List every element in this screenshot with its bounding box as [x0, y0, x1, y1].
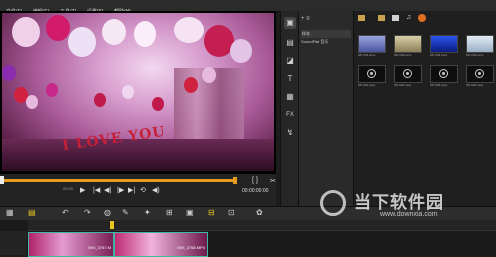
balloon — [202, 67, 216, 83]
library-tree: + ≡ 样本 SoundFlat 音乐 — [298, 11, 353, 206]
library-item-label: SP-S04.mpa — [466, 83, 484, 87]
scrub-start-handle[interactable] — [0, 176, 4, 184]
library-item-video[interactable] — [466, 35, 494, 53]
balloon — [230, 39, 252, 63]
library-item-label: SP-S01.mpa — [358, 83, 376, 87]
loop-icon[interactable]: ⟲ — [140, 186, 146, 194]
motion-icon[interactable]: ▣ — [186, 208, 194, 217]
watermark: 当下软件园 www.downxia.com — [310, 184, 490, 224]
scrub-progress — [0, 179, 236, 182]
speed-icon[interactable]: ⊞ — [166, 208, 173, 217]
library-item-label: SP-V03.mp4 — [430, 53, 448, 57]
library-item-audio[interactable] — [394, 65, 422, 83]
audio-disc-icon — [403, 69, 412, 78]
prev-frame-icon[interactable]: ◀| — [104, 186, 111, 194]
color-icon[interactable]: ✎ — [122, 208, 129, 217]
preview-video-frame: I LOVE YOU — [2, 13, 274, 171]
audio-disc-icon — [367, 69, 376, 78]
balloon — [122, 85, 134, 99]
balloon — [26, 95, 38, 109]
tool-column: ▣ ▤ ◪ T ▦ FX ↯ — [280, 11, 299, 206]
library-item-audio[interactable] — [466, 65, 494, 83]
track-header — [0, 231, 27, 255]
scrub-end-handle[interactable] — [233, 177, 237, 184]
next-frame-icon[interactable]: |▶ — [117, 186, 124, 194]
floor — [2, 139, 274, 171]
watermark-title: 当下软件园 — [354, 193, 444, 213]
small-time: 00:00 — [63, 186, 74, 191]
timeline-clip[interactable]: MVI_3767.M — [28, 232, 114, 257]
library-item-label: SP-V01.wmv — [358, 53, 376, 57]
clip-label: MVI_3767.M — [88, 245, 111, 250]
audio-disc-icon — [475, 69, 484, 78]
instant-project-icon[interactable]: ▤ — [284, 37, 296, 49]
library-item-audio[interactable] — [358, 65, 386, 83]
library-item-label: SP-S02.mpa — [394, 83, 412, 87]
transition-icon[interactable]: ◪ — [284, 55, 296, 67]
balloon — [12, 17, 40, 47]
filter-icon[interactable]: FX — [284, 109, 296, 121]
end-icon[interactable]: ▶| — [128, 186, 135, 194]
watermark-url: www.downxia.com — [380, 211, 438, 218]
mask-icon[interactable]: ✦ — [144, 208, 151, 217]
audio-filter-icon[interactable]: ♫ — [406, 14, 411, 21]
timeline-clip[interactable]: MVI_3768.MP4 — [114, 232, 208, 257]
add-folder-icon[interactable]: + ≡ — [301, 16, 310, 22]
undo-icon[interactable]: ↶ — [62, 208, 69, 217]
recycle-icon[interactable] — [418, 14, 426, 22]
library-item-video[interactable] — [430, 35, 458, 53]
balloon — [134, 21, 156, 47]
balloon — [94, 93, 106, 107]
cut-icon[interactable]: ✂ — [270, 177, 276, 185]
photo-filter-icon[interactable] — [392, 15, 399, 21]
title-icon[interactable]: T — [284, 73, 296, 85]
balloon — [152, 97, 164, 111]
home-icon[interactable]: |◀ — [93, 186, 100, 194]
balloon — [2, 65, 16, 81]
library-item-label: SP-V02.wmv — [394, 53, 412, 57]
mark-in-icon[interactable]: [ ] — [252, 177, 258, 184]
watermark-logo — [320, 190, 346, 216]
path-icon[interactable]: ↯ — [284, 127, 296, 139]
library-folder-soundflat[interactable]: SoundFlat 音乐 — [301, 39, 328, 45]
balloon — [174, 17, 204, 43]
audio-disc-icon — [439, 69, 448, 78]
storyboard-view-icon[interactable]: ▦ — [6, 208, 14, 217]
media-icon[interactable]: ▣ — [284, 17, 296, 29]
balloon — [46, 15, 70, 41]
balloon — [102, 19, 126, 45]
library-item-label: SP-S03.mpa — [430, 83, 448, 87]
balloon — [68, 27, 96, 57]
timeline-view-icon[interactable]: ▤ — [28, 208, 36, 217]
preview-window: I LOVE YOU — [0, 11, 276, 174]
timecode[interactable]: 00:00:00:00 — [242, 188, 268, 194]
multicam-icon[interactable]: ⊡ — [228, 208, 235, 217]
split-screen-icon[interactable]: ⊟ — [208, 208, 215, 217]
library-folder-samples[interactable]: 样本 — [301, 30, 351, 38]
library-item-label: SP-V04.wmv — [466, 53, 484, 57]
smart-proxy-icon[interactable]: ◍ — [104, 208, 111, 217]
library-item-video[interactable] — [394, 35, 422, 53]
playhead[interactable] — [110, 221, 114, 229]
library-panel: ♫ SP-V01.wmv SP-V02.wmv SP-V03.mp4 SP-V0… — [353, 11, 496, 206]
library-item-audio[interactable] — [430, 65, 458, 83]
clip-label: MVI_3768.MP4 — [177, 245, 205, 250]
play-icon[interactable]: ▶ — [80, 186, 85, 194]
video-filter-icon[interactable] — [378, 15, 385, 21]
balloon — [46, 83, 58, 97]
record-icon[interactable]: ✿ — [256, 208, 263, 217]
redo-icon[interactable]: ↷ — [84, 208, 91, 217]
balloon — [184, 77, 198, 93]
import-folder-icon[interactable] — [358, 15, 365, 21]
library-item-video[interactable] — [358, 35, 386, 53]
graphic-icon[interactable]: ▦ — [284, 91, 296, 103]
volume-icon[interactable]: ◀) — [152, 186, 160, 194]
